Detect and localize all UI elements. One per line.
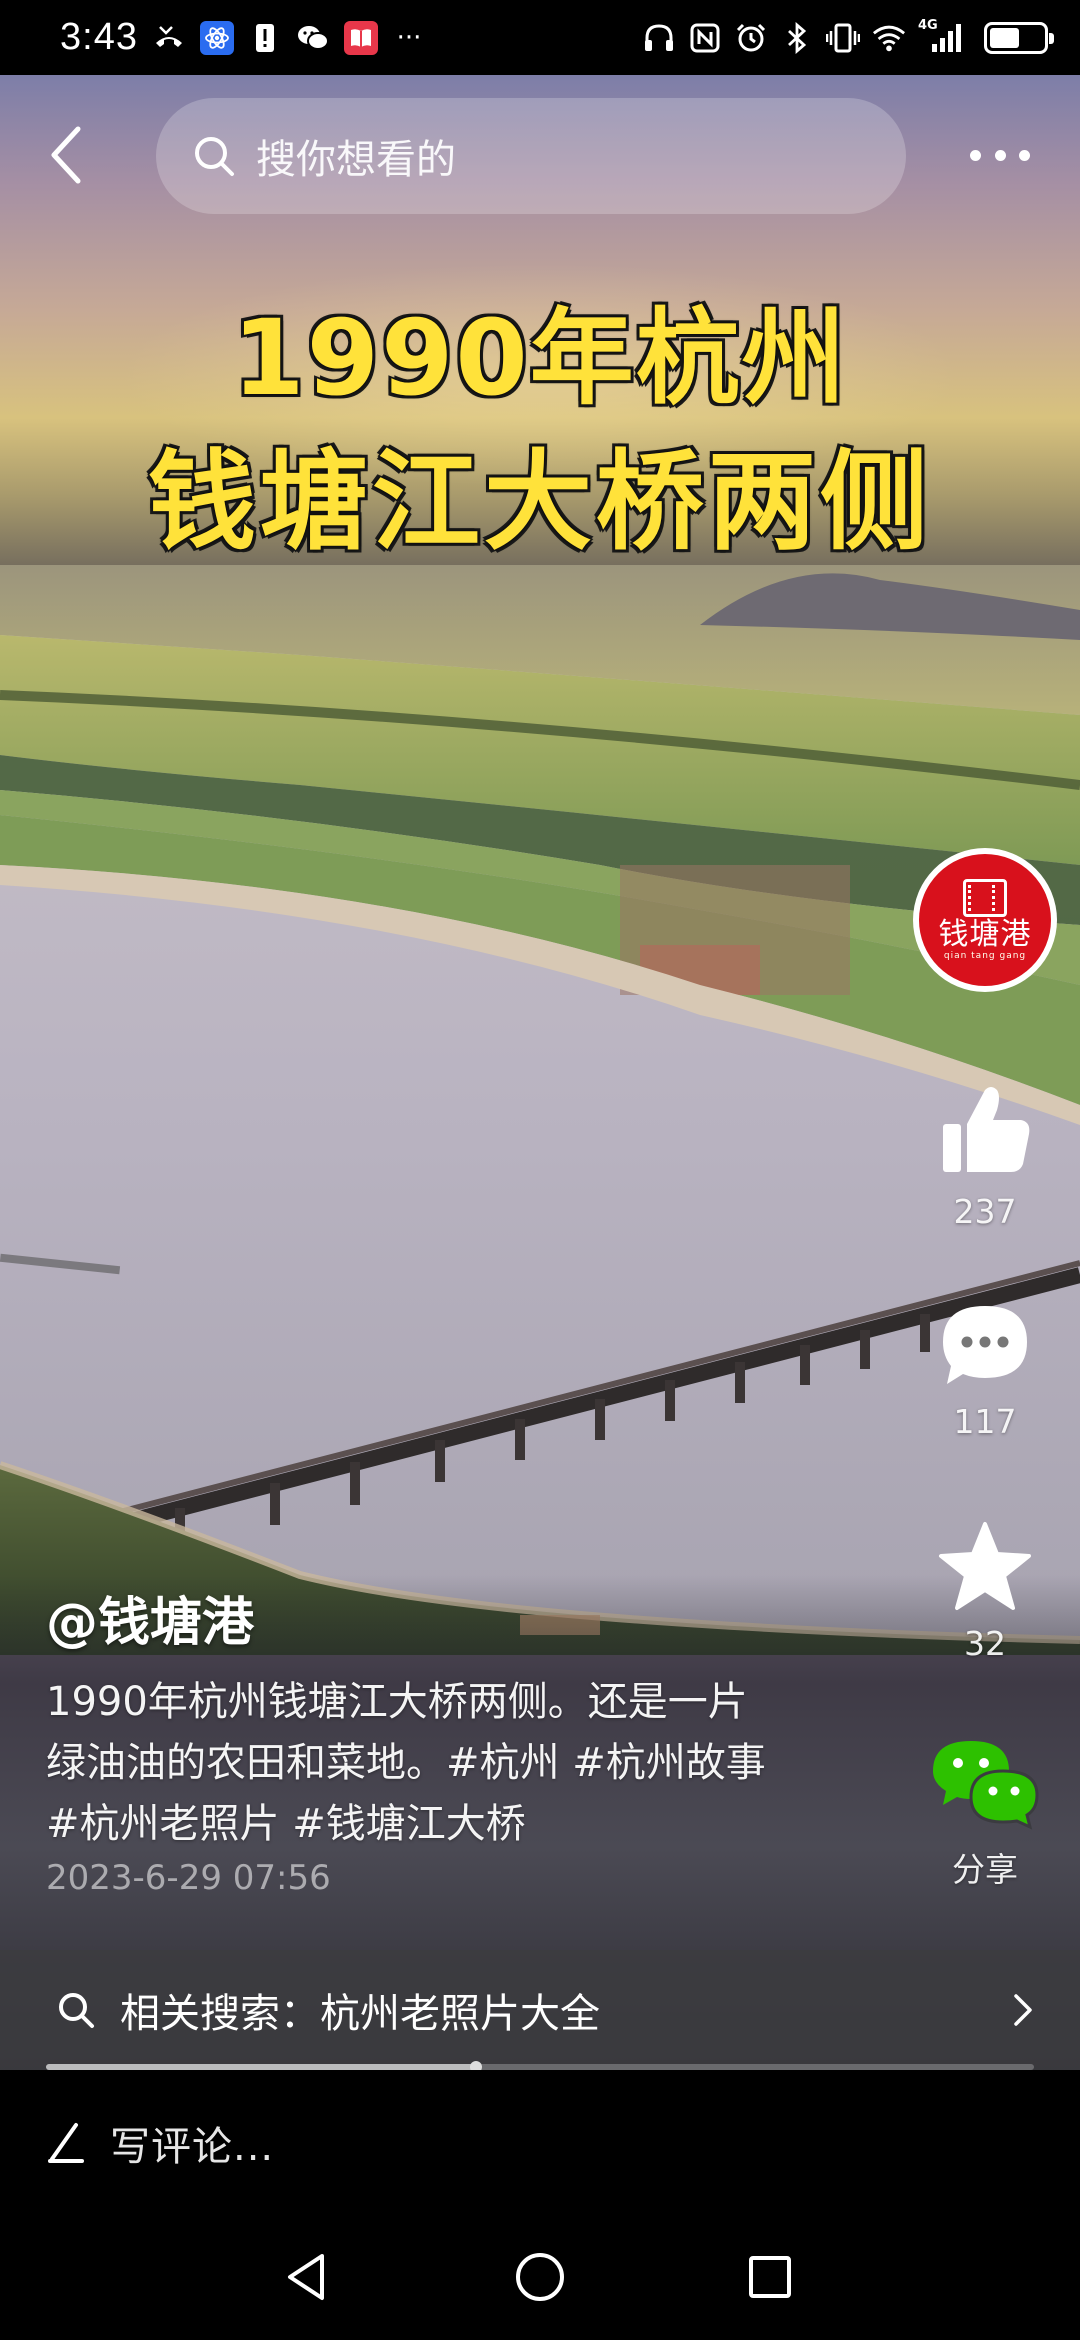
nav-home-button[interactable] xyxy=(508,2245,572,2309)
comment-button[interactable]: 117 xyxy=(920,1300,1050,1441)
circle-home-icon xyxy=(516,2253,564,2301)
wifi-icon xyxy=(872,20,906,56)
back-button[interactable] xyxy=(36,115,96,195)
share-label: 分享 xyxy=(952,1850,1018,1889)
more-dots-icon xyxy=(970,149,981,161)
comment-bubble-icon xyxy=(943,1306,1027,1384)
post-date: 2023-6-29 07:56 xyxy=(46,1858,331,1898)
favorite-button[interactable]: 32 xyxy=(920,1520,1050,1663)
search-icon xyxy=(195,137,234,176)
like-count: 237 xyxy=(953,1192,1017,1231)
share-wechat-button[interactable]: 分享 xyxy=(920,1735,1050,1891)
vibrate-icon xyxy=(826,20,860,56)
caption-line: 绿油油的农田和菜地。#杭州 #杭州故事 xyxy=(46,1740,766,1786)
battery-level xyxy=(990,27,1019,48)
status-right-icons: 4G xyxy=(642,17,1054,56)
missed-call-icon xyxy=(152,21,186,55)
chevron-right-icon xyxy=(1014,1994,1032,2026)
signal-icon: 4G xyxy=(918,17,966,56)
video-title-line-1: 1990年杭州 xyxy=(231,296,848,421)
caption-line: 1990年杭州钱塘江大桥两侧。还是一片 xyxy=(46,1679,748,1725)
square-recents-icon xyxy=(749,2256,791,2298)
alert-icon xyxy=(248,21,282,55)
nfc-icon xyxy=(688,20,722,56)
channel-avatar[interactable]: 钱塘港 qian tang gang xyxy=(913,848,1057,992)
alarm-icon xyxy=(734,20,768,56)
search-bar[interactable]: 搜你想看的 xyxy=(156,98,906,214)
avatar-badge: 钱塘港 qian tang gang xyxy=(919,854,1051,986)
more-options-button[interactable] xyxy=(960,130,1040,180)
wechat-icon xyxy=(933,1741,1039,1830)
pen-icon xyxy=(48,2122,84,2163)
related-search-bar[interactable]: 相关搜索：杭州老照片大全 xyxy=(0,1950,1080,2070)
film-icon xyxy=(963,879,1007,918)
more-notifications-icon: ··· xyxy=(396,22,422,53)
network-type-label: 4G xyxy=(918,17,938,33)
comment-count: 117 xyxy=(953,1402,1017,1441)
caption-line: #杭州老照片 #钱塘江大桥 xyxy=(46,1801,526,1847)
back-arrow-icon xyxy=(51,126,81,184)
headphones-icon xyxy=(642,20,676,56)
status-time: 3:43 xyxy=(60,16,138,58)
nav-recents-button[interactable] xyxy=(738,2245,802,2309)
more-dot xyxy=(994,149,1006,161)
search-icon xyxy=(59,1993,94,2028)
video-frame-aerial-bridge xyxy=(0,565,1080,1655)
related-search-label: 相关搜索：杭州老照片大全 xyxy=(120,1991,600,2037)
more-dot xyxy=(1019,149,1030,161)
nav-back-button[interactable] xyxy=(275,2245,339,2309)
triangle-back-icon xyxy=(288,2254,324,2300)
avatar-subtext: qian tang gang xyxy=(943,950,1027,961)
like-button[interactable]: 237 xyxy=(920,1080,1050,1231)
status-bar: 3:43 ··· 4G xyxy=(0,0,1080,75)
search-placeholder: 搜你想看的 xyxy=(256,137,456,183)
battery-icon xyxy=(984,21,1054,54)
comment-input-bar[interactable]: 写评论... xyxy=(0,2070,1080,2215)
avatar-text: 钱塘港 xyxy=(938,917,1032,953)
comment-placeholder: 写评论... xyxy=(110,2123,275,2170)
status-left-icons: ··· xyxy=(152,20,426,55)
system-navigation-bar xyxy=(0,2215,1080,2340)
thumbs-up-icon xyxy=(943,1087,1030,1172)
atom-app-icon xyxy=(199,20,234,55)
bluetooth-icon xyxy=(780,20,814,56)
video-title-line-2: 钱塘江大桥两侧 xyxy=(146,439,932,567)
wechat-icon xyxy=(296,21,330,55)
author-name[interactable]: @钱塘港 xyxy=(46,1580,254,1655)
star-icon xyxy=(939,1522,1031,1610)
post-caption[interactable]: 1990年杭州钱塘江大桥两侧。还是一片 绿油油的农田和菜地。#杭州 #杭州故事 … xyxy=(46,1672,906,1855)
book-app-icon xyxy=(343,20,378,55)
favorite-count: 32 xyxy=(964,1624,1006,1663)
